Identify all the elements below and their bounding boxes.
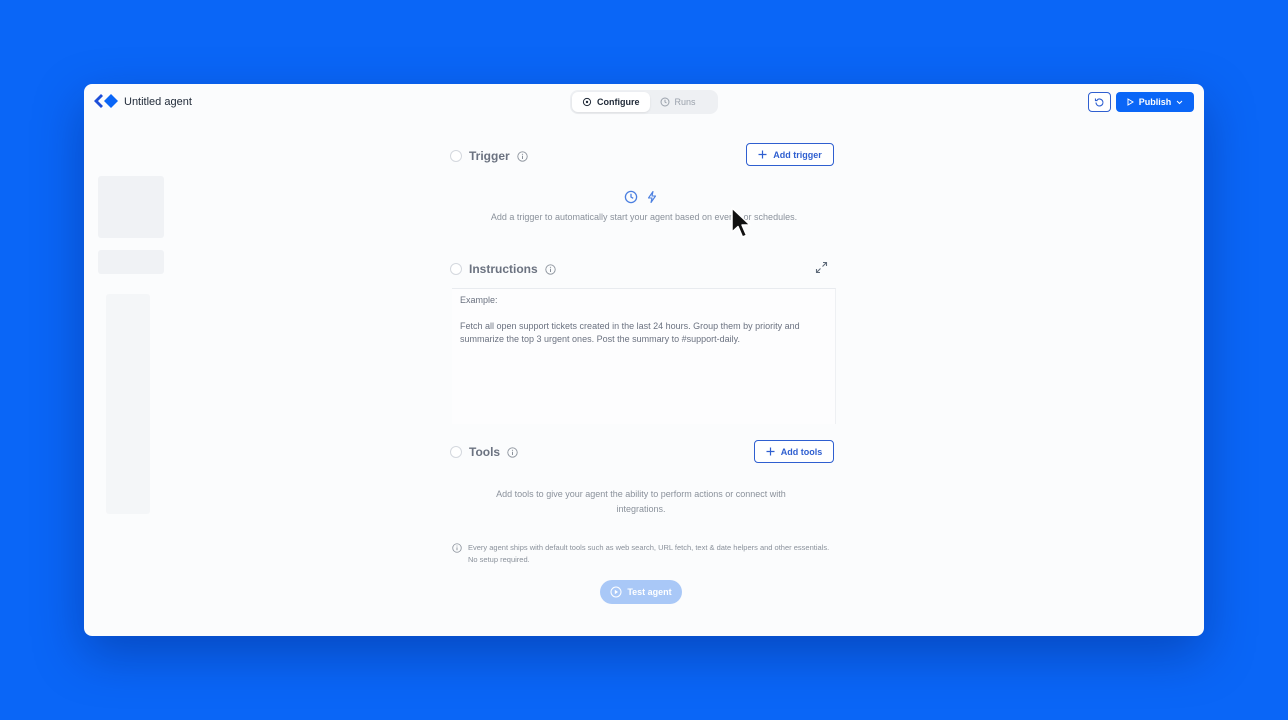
tools-status-indicator xyxy=(450,446,462,458)
instructions-editor[interactable]: Example: Fetch all open support tickets … xyxy=(452,288,836,424)
history-button[interactable] xyxy=(1088,92,1111,112)
logo-icon xyxy=(94,94,118,108)
instructions-example-label: Example: xyxy=(460,295,498,305)
tools-header: Tools xyxy=(450,445,518,459)
history-icon xyxy=(1094,97,1104,106)
mode-switch: Configure Runs xyxy=(570,90,718,114)
tools-title: Tools xyxy=(469,445,501,459)
tab-runs[interactable]: Runs xyxy=(650,92,706,112)
instructions-header: Instructions xyxy=(450,262,556,276)
tools-empty-text: Add tools to give your agent the ability… xyxy=(496,489,786,514)
instructions-title: Instructions xyxy=(469,262,538,276)
test-agent-button[interactable]: Test agent xyxy=(600,580,682,604)
trigger-header: Trigger xyxy=(450,149,528,163)
tab-configure[interactable]: Configure xyxy=(572,92,650,112)
plus-icon xyxy=(758,150,767,159)
clock-icon xyxy=(624,190,638,204)
cursor-icon xyxy=(731,207,751,238)
info-icon[interactable] xyxy=(545,263,556,275)
agent-builder-window: Untitled agent Configure Runs Publish Tr… xyxy=(84,84,1204,636)
default-tools-note: Every agent ships with default tools suc… xyxy=(452,542,832,566)
plus-icon xyxy=(766,447,775,456)
configure-icon xyxy=(582,97,592,107)
add-tools-button[interactable]: Add tools xyxy=(754,440,834,463)
info-icon[interactable] xyxy=(517,150,528,162)
expand-icon[interactable] xyxy=(815,261,828,274)
bolt-icon xyxy=(647,190,657,204)
add-trigger-button[interactable]: Add trigger xyxy=(746,143,834,166)
default-tools-note-text: Every agent ships with default tools suc… xyxy=(468,543,830,564)
add-tools-label: Add tools xyxy=(780,446,823,457)
background-ghost-panel xyxy=(106,294,150,514)
agent-title[interactable]: Untitled agent xyxy=(124,96,192,108)
test-agent-label: Test agent xyxy=(627,587,672,597)
runs-clock-icon xyxy=(660,97,669,107)
publish-button[interactable]: Publish xyxy=(1116,92,1194,112)
play-circle-icon xyxy=(610,586,622,598)
instructions-example-text: Fetch all open support tickets created i… xyxy=(460,321,800,344)
add-trigger-label: Add trigger xyxy=(773,149,822,160)
trigger-status-indicator xyxy=(450,150,462,162)
chevron-down-icon xyxy=(1176,100,1183,104)
play-icon xyxy=(1127,98,1134,106)
tab-configure-label: Configure xyxy=(597,97,640,107)
info-icon xyxy=(452,543,462,553)
tab-runs-label: Runs xyxy=(674,97,696,107)
trigger-title: Trigger xyxy=(469,149,510,163)
publish-label: Publish xyxy=(1138,97,1172,107)
background-ghost-panel xyxy=(98,250,164,274)
trigger-empty-text: Add a trigger to automatically start you… xyxy=(490,212,798,222)
info-icon[interactable] xyxy=(507,446,518,458)
instructions-status-indicator xyxy=(450,263,462,275)
background-ghost-panel xyxy=(98,176,164,238)
